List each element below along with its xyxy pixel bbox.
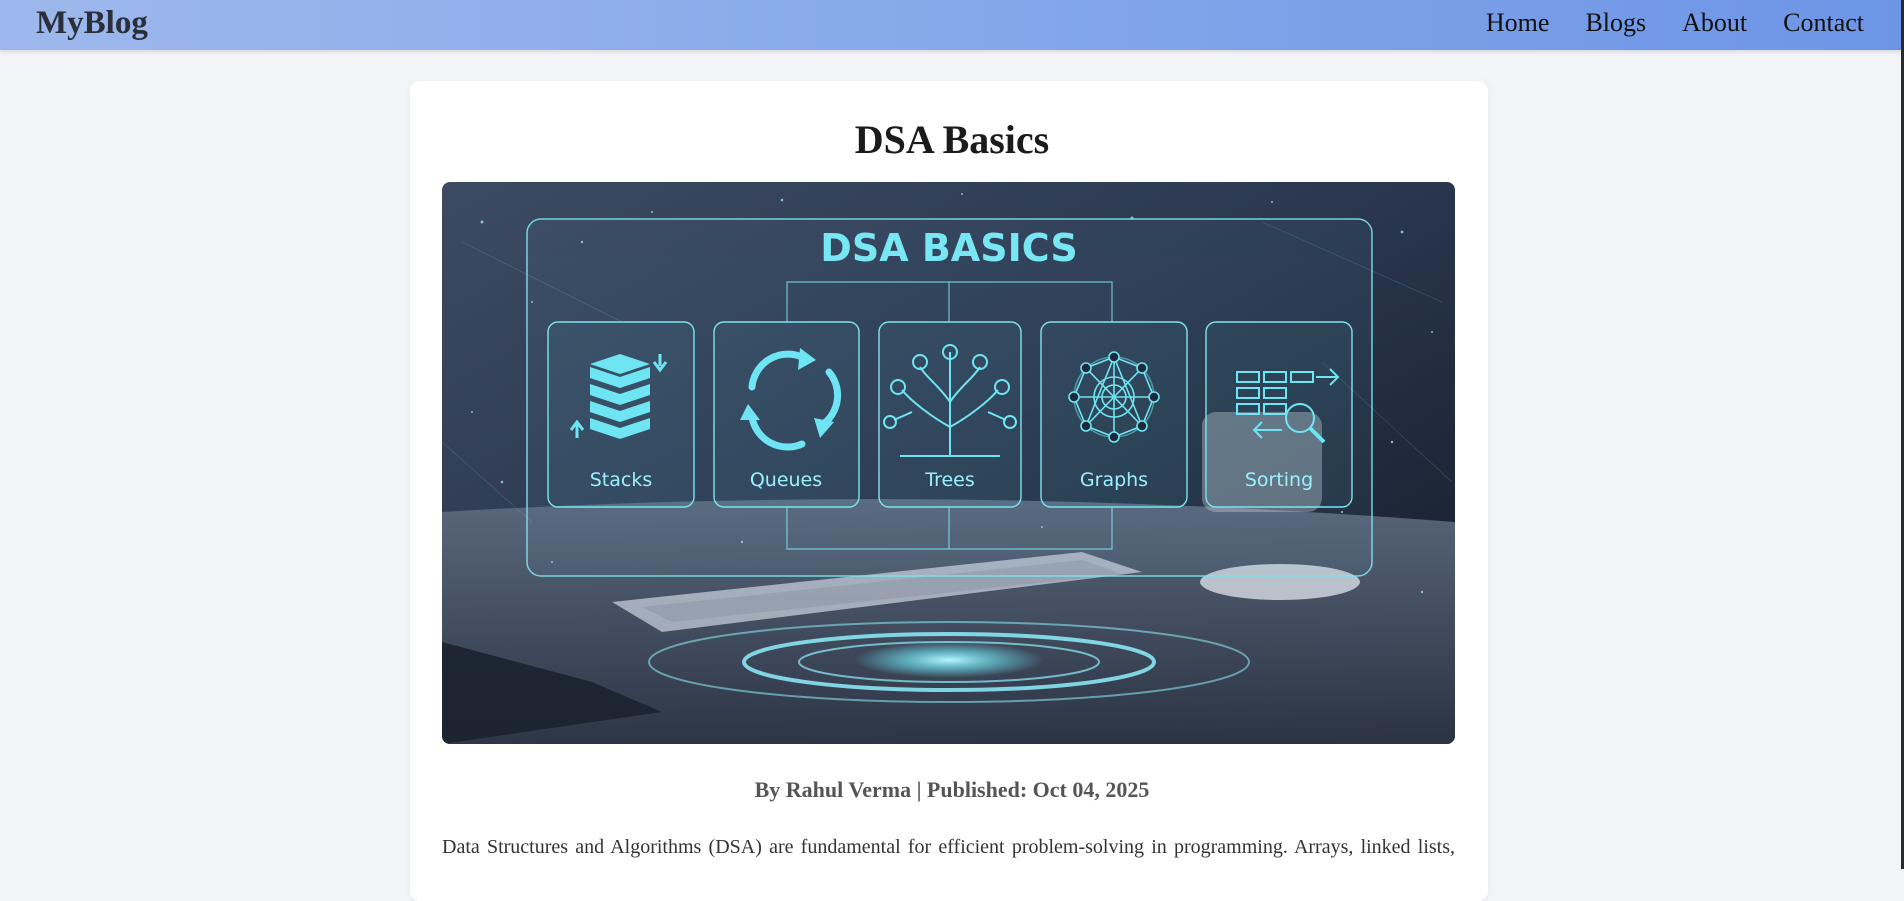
nav-link-home[interactable]: Home <box>1486 0 1550 46</box>
post-excerpt: Data Structures and Algorithms (DSA) are… <box>442 836 1455 858</box>
nav-link-blogs[interactable]: Blogs <box>1585 0 1646 46</box>
topic-label-sorting: Sorting <box>1245 469 1313 491</box>
topic-label-stacks: Stacks <box>590 469 653 491</box>
dsa-illustration: DSA BASICS Stacks Queues Trees Graphs So… <box>442 182 1455 744</box>
topic-label-queues: Queues <box>750 469 822 491</box>
top-navbar: MyBlog Home Blogs About Contact <box>0 0 1904 50</box>
post-title: DSA Basics <box>854 117 1050 162</box>
glow-center <box>854 642 1044 678</box>
image-heading: DSA BASICS <box>820 226 1077 270</box>
topic-label-graphs: Graphs <box>1080 469 1148 491</box>
graphs-icon <box>1068 351 1160 443</box>
post-hero-image: DSA BASICS Stacks Queues Trees Graphs So… <box>442 182 1455 744</box>
brand-logo[interactable]: MyBlog <box>36 2 148 44</box>
topic-label-trees: Trees <box>924 469 975 491</box>
nav-links: Home Blogs About Contact <box>1486 0 1864 46</box>
nav-link-contact[interactable]: Contact <box>1783 0 1864 46</box>
post-meta: By Rahul Verma | Published: Oct 04, 2025 <box>754 777 1150 802</box>
nav-link-about[interactable]: About <box>1682 0 1747 46</box>
